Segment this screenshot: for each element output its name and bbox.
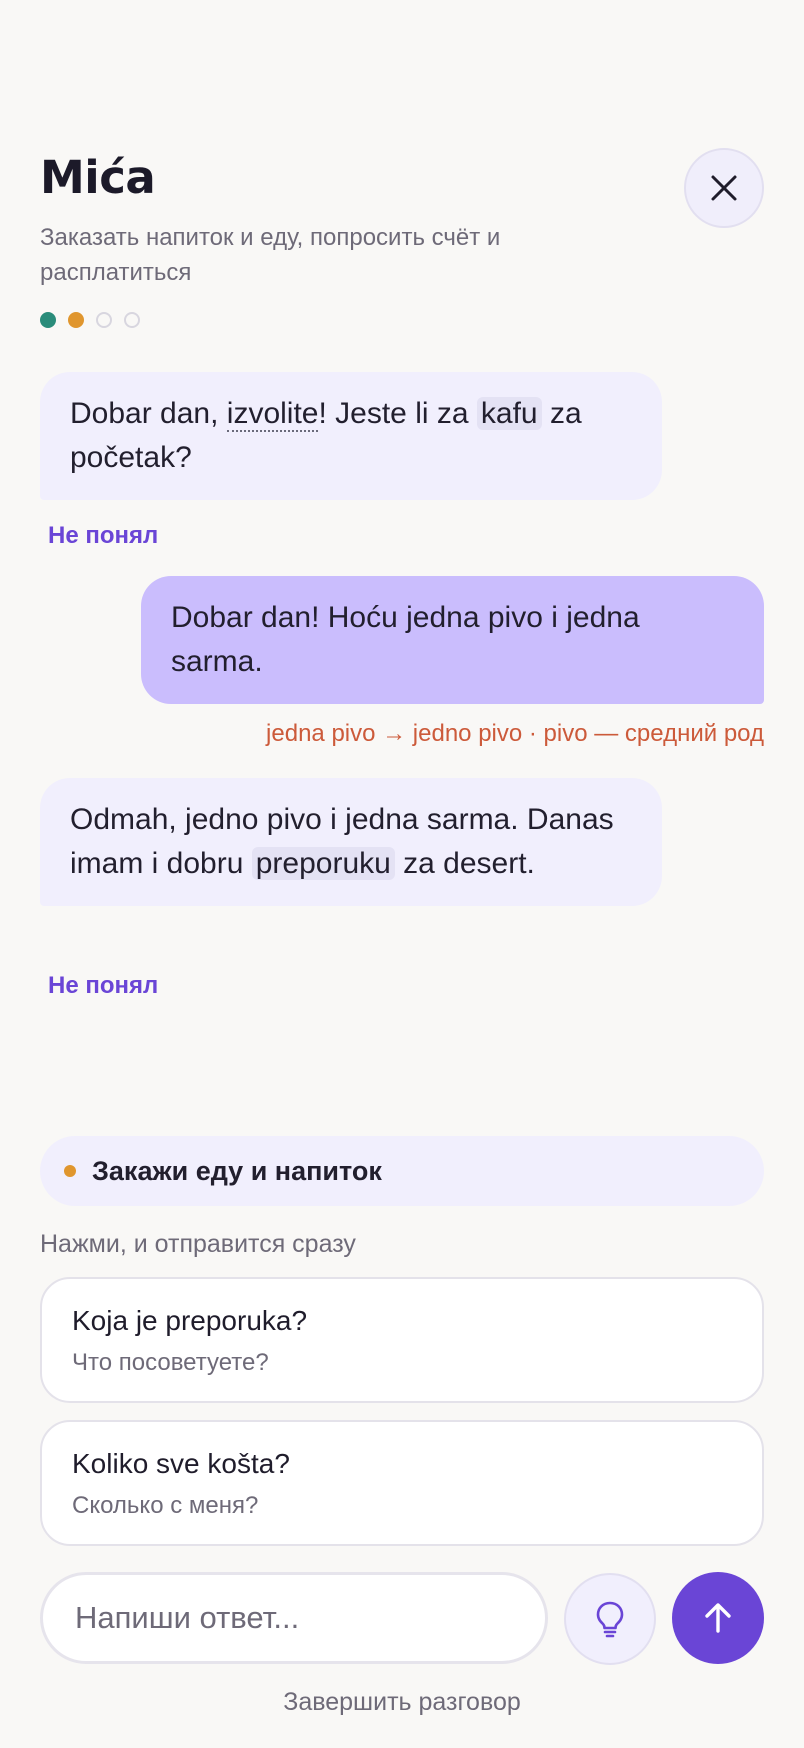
suggestion-phrase: Koliko sve košta? [72, 1448, 290, 1479]
progress-dot-pending [124, 312, 140, 328]
reply-input[interactable] [40, 1572, 548, 1664]
close-button[interactable] [684, 148, 764, 228]
suggestions-hint: Нажми, и отправится сразу [40, 1230, 356, 1258]
current-task: Закажи еду и напиток [40, 1136, 764, 1206]
end-conversation-link[interactable]: Завершить разговор [0, 1688, 804, 1717]
suggestion-card[interactable]: Koliko sve košta? Сколько с меня? [40, 1420, 764, 1546]
suggestion-card[interactable]: Koja je preporuka? Что посоветуете? [40, 1277, 764, 1403]
suggestion-translation: Что посоветуете? [72, 1349, 269, 1376]
task-status-dot [64, 1165, 76, 1177]
message-text: Dobar dan! Hoću jedna pivo i jedna sarma… [171, 601, 640, 678]
lightbulb-icon [596, 1601, 624, 1638]
progress-dot-done [40, 312, 56, 328]
send-button[interactable] [672, 1572, 764, 1664]
message-text: za desert. [394, 847, 535, 880]
grammar-correction: jedna pivo → jedno pivo · pivo — средний… [266, 720, 764, 747]
bot-message: Dobar dan, izvolite! Jeste li za kafu za… [40, 372, 662, 500]
chat-header: Mića Заказать напиток и еду, попросить с… [40, 148, 764, 290]
task-label: Закажи еду и напиток [92, 1155, 382, 1186]
close-icon [711, 175, 737, 201]
bot-message: Odmah, jedno pivo i jedna sarma. Danas i… [40, 778, 662, 906]
not-understood-button[interactable]: Не понял [48, 972, 158, 1000]
not-understood-button[interactable]: Не понял [48, 522, 158, 550]
vocab-word[interactable]: izvolite [226, 397, 319, 432]
message-text: ! Jeste li za [318, 397, 477, 430]
arrow-up-icon [705, 1603, 731, 1633]
message-text: Dobar dan, [70, 397, 227, 430]
progress-dot-current [68, 312, 84, 328]
scenario-subtitle: Заказать напиток и еду, попросить счёт и… [40, 224, 501, 286]
progress-dot-pending [96, 312, 112, 328]
page-title: Mića [40, 151, 156, 204]
vocab-word[interactable]: preporuku [251, 847, 395, 880]
user-message: Dobar dan! Hoću jedna pivo i jedna sarma… [141, 576, 764, 704]
hint-button[interactable] [564, 1573, 656, 1665]
progress-dots [40, 312, 140, 328]
vocab-word[interactable]: kafu [476, 397, 542, 430]
suggestion-phrase: Koja je preporuka? [72, 1305, 308, 1336]
suggestion-translation: Сколько с меня? [72, 1492, 259, 1519]
